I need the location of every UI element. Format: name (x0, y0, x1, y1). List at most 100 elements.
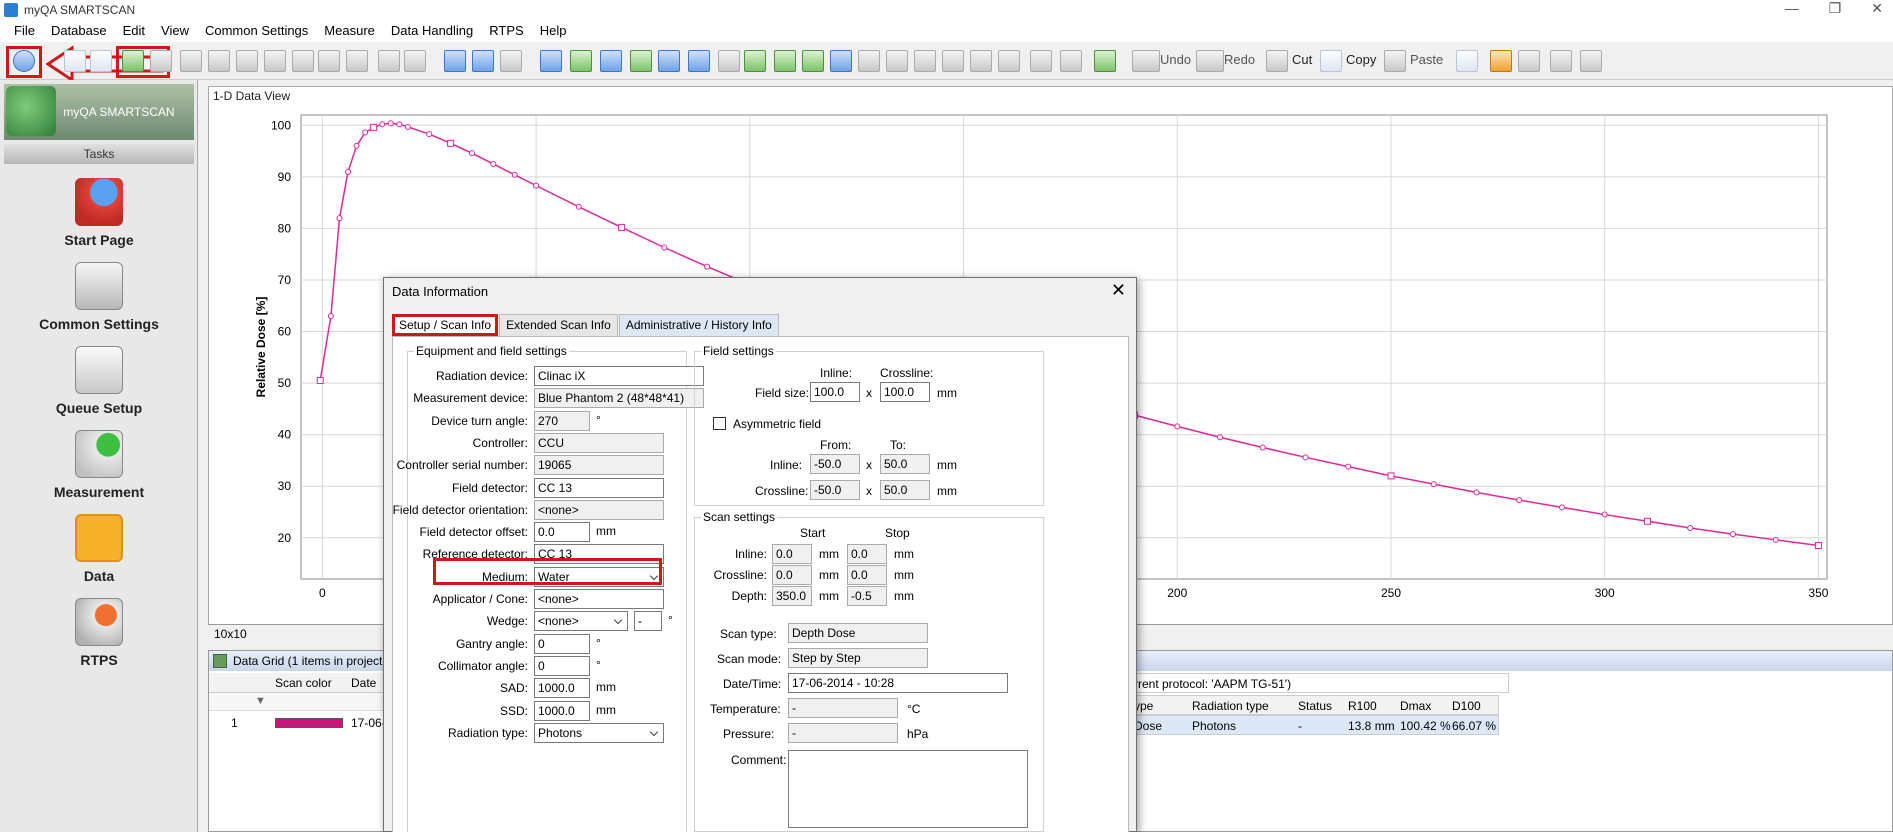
maximize-button[interactable]: ❐ (1829, 0, 1842, 17)
equip-field[interactable]: 270 (534, 410, 590, 431)
wedge-angle-field[interactable]: - (634, 611, 662, 632)
save-all-icon[interactable] (1550, 50, 1572, 72)
menu-edit[interactable]: Edit (115, 20, 153, 42)
scan-start-field[interactable]: 0.0 (772, 565, 812, 585)
table-row[interactable]: Dose Photons - 13.8 mm 100.42 % 66.07 % (1129, 715, 1499, 735)
scan-stop-field[interactable]: -0.5 (847, 586, 887, 606)
toolbar-tool3-icon[interactable] (236, 50, 258, 72)
task-queue-setup[interactable]: Queue Setup (4, 338, 194, 422)
copy-icon[interactable] (1320, 50, 1342, 72)
equip-field[interactable]: CCU (534, 432, 664, 453)
scan-mode-field[interactable]: Step by Step (788, 648, 928, 668)
toolbar-tool9-icon[interactable] (858, 50, 880, 72)
toolbar-tool5-icon[interactable] (292, 50, 314, 72)
toolbar-chart10-icon[interactable] (718, 50, 740, 72)
equip-field[interactable]: 1000.0 (534, 700, 590, 721)
toolbar-tool13-icon[interactable] (970, 50, 992, 72)
toolbar-tool16-icon[interactable] (1060, 50, 1082, 72)
cut-icon[interactable] (1266, 50, 1288, 72)
toolbar-3d-icon[interactable] (318, 50, 340, 72)
equip-field[interactable]: <none> (534, 499, 664, 520)
task-start-page[interactable]: Start Page (4, 170, 194, 254)
equip-field[interactable]: 0 (534, 655, 590, 676)
copy-button[interactable]: Copy (1346, 52, 1376, 67)
tab-setup-scan-info[interactable]: Setup / Scan Info (392, 314, 499, 336)
close-window-button[interactable]: ✕ (1871, 0, 1883, 17)
toolbar-chart14-icon[interactable] (830, 50, 852, 72)
toolbar-chart9-icon[interactable] (688, 50, 710, 72)
toolbar-chart2-icon[interactable] (472, 50, 494, 72)
tab-10x10[interactable]: 10x10 (214, 627, 247, 641)
temperature-field[interactable]: - (788, 698, 898, 718)
dialog-close-button[interactable]: ✕ (1111, 280, 1126, 300)
task-measurement[interactable]: Measurement (4, 422, 194, 506)
toolbar-chart3-icon[interactable] (500, 50, 522, 72)
equip-field[interactable]: CC 13 (534, 477, 664, 498)
toolbar-data-icon[interactable] (150, 50, 172, 72)
save-as-icon[interactable] (1580, 50, 1602, 72)
toolbar-chart12-icon[interactable] (774, 50, 796, 72)
scan-start-field[interactable]: 0.0 (772, 544, 812, 564)
equip-field[interactable]: 19065 (534, 455, 664, 476)
equip-field[interactable]: Clinac iX (534, 366, 704, 386)
toolbar-tool6-icon[interactable] (346, 50, 368, 72)
equip-field[interactable]: 0.0 (534, 522, 590, 543)
scan-start-field[interactable]: 350.0 (772, 586, 812, 606)
column-r100[interactable]: R100 (1348, 699, 1377, 713)
undo-icon[interactable] (1132, 50, 1160, 72)
toolbar-chart13-icon[interactable] (802, 50, 824, 72)
column-dmax[interactable]: Dmax (1400, 699, 1431, 713)
cut-button[interactable]: Cut (1292, 52, 1312, 67)
tab-extended-scan-info[interactable]: Extended Scan Info (499, 314, 618, 336)
crossline-to-input[interactable]: 50.0 (880, 480, 930, 500)
field-size-crossline-input[interactable]: 100.0 (880, 382, 930, 402)
comment-textarea[interactable] (788, 750, 1028, 828)
toolbar-chart1-icon[interactable] (444, 50, 466, 72)
toolbar-chart11-icon[interactable] (744, 50, 766, 72)
toolbar-tool1-icon[interactable] (180, 50, 202, 72)
toolbar-tool12-icon[interactable] (942, 50, 964, 72)
toolbar-chart6-icon[interactable] (600, 50, 622, 72)
open-folder-icon[interactable] (1490, 50, 1512, 72)
tab-administrative-history-info[interactable]: Administrative / History Info (618, 314, 779, 336)
asymmetric-field-checkbox[interactable] (713, 417, 726, 430)
equip-field[interactable]: Photons (534, 722, 664, 743)
new-file-icon[interactable] (1456, 50, 1478, 72)
toolbar-tool15-icon[interactable] (1030, 50, 1052, 72)
paste-button[interactable]: Paste (1410, 52, 1443, 67)
toolbar-tool7-icon[interactable] (378, 50, 400, 72)
paste-icon[interactable] (1384, 50, 1406, 72)
column-scan-color[interactable]: Scan color (275, 676, 332, 690)
toolbar-tool14-icon[interactable] (998, 50, 1020, 72)
equip-field[interactable]: 0 (534, 633, 590, 654)
column-d100[interactable]: D100 (1452, 699, 1481, 713)
redo-button[interactable]: Redo (1224, 52, 1255, 67)
task-rtps[interactable]: RTPS (4, 590, 194, 674)
toolbar-tool11-icon[interactable] (914, 50, 936, 72)
toolbar-chart5-icon[interactable] (570, 50, 592, 72)
column-radiation-type[interactable]: Radiation type (1192, 699, 1269, 713)
crossline-from-input[interactable]: -50.0 (810, 480, 860, 500)
toolbar-tool8-icon[interactable] (404, 50, 426, 72)
equip-field[interactable]: 1000.0 (534, 678, 590, 699)
inline-from-input[interactable]: -50.0 (810, 454, 860, 474)
equip-field[interactable]: <none> (534, 611, 628, 632)
equip-field[interactable]: Blue Phantom 2 (48*48*41) (534, 388, 704, 409)
menu-file[interactable]: File (6, 20, 43, 42)
scan-stop-field[interactable]: 0.0 (847, 544, 887, 564)
minimize-button[interactable]: — (1785, 0, 1799, 17)
field-size-inline-input[interactable]: 100.0 (810, 382, 860, 402)
toolbar-tool4-icon[interactable] (264, 50, 286, 72)
menu-database[interactable]: Database (43, 20, 115, 42)
inline-to-input[interactable]: 50.0 (880, 454, 930, 474)
date-time-field[interactable]: 17-06-2014 - 10:28 (788, 673, 1008, 693)
undo-button[interactable]: Undo (1160, 52, 1191, 67)
filter-icon[interactable]: ▼ (255, 695, 266, 707)
toolbar-table-icon[interactable] (90, 50, 112, 72)
toolbar-settings-icon[interactable] (1094, 50, 1116, 72)
menu-measure[interactable]: Measure (316, 20, 383, 42)
scan-type-field[interactable]: Depth Dose (788, 623, 928, 643)
column-status[interactable]: Status (1298, 699, 1332, 713)
menu-help[interactable]: Help (532, 20, 575, 42)
menu-rtps[interactable]: RTPS (481, 20, 531, 42)
